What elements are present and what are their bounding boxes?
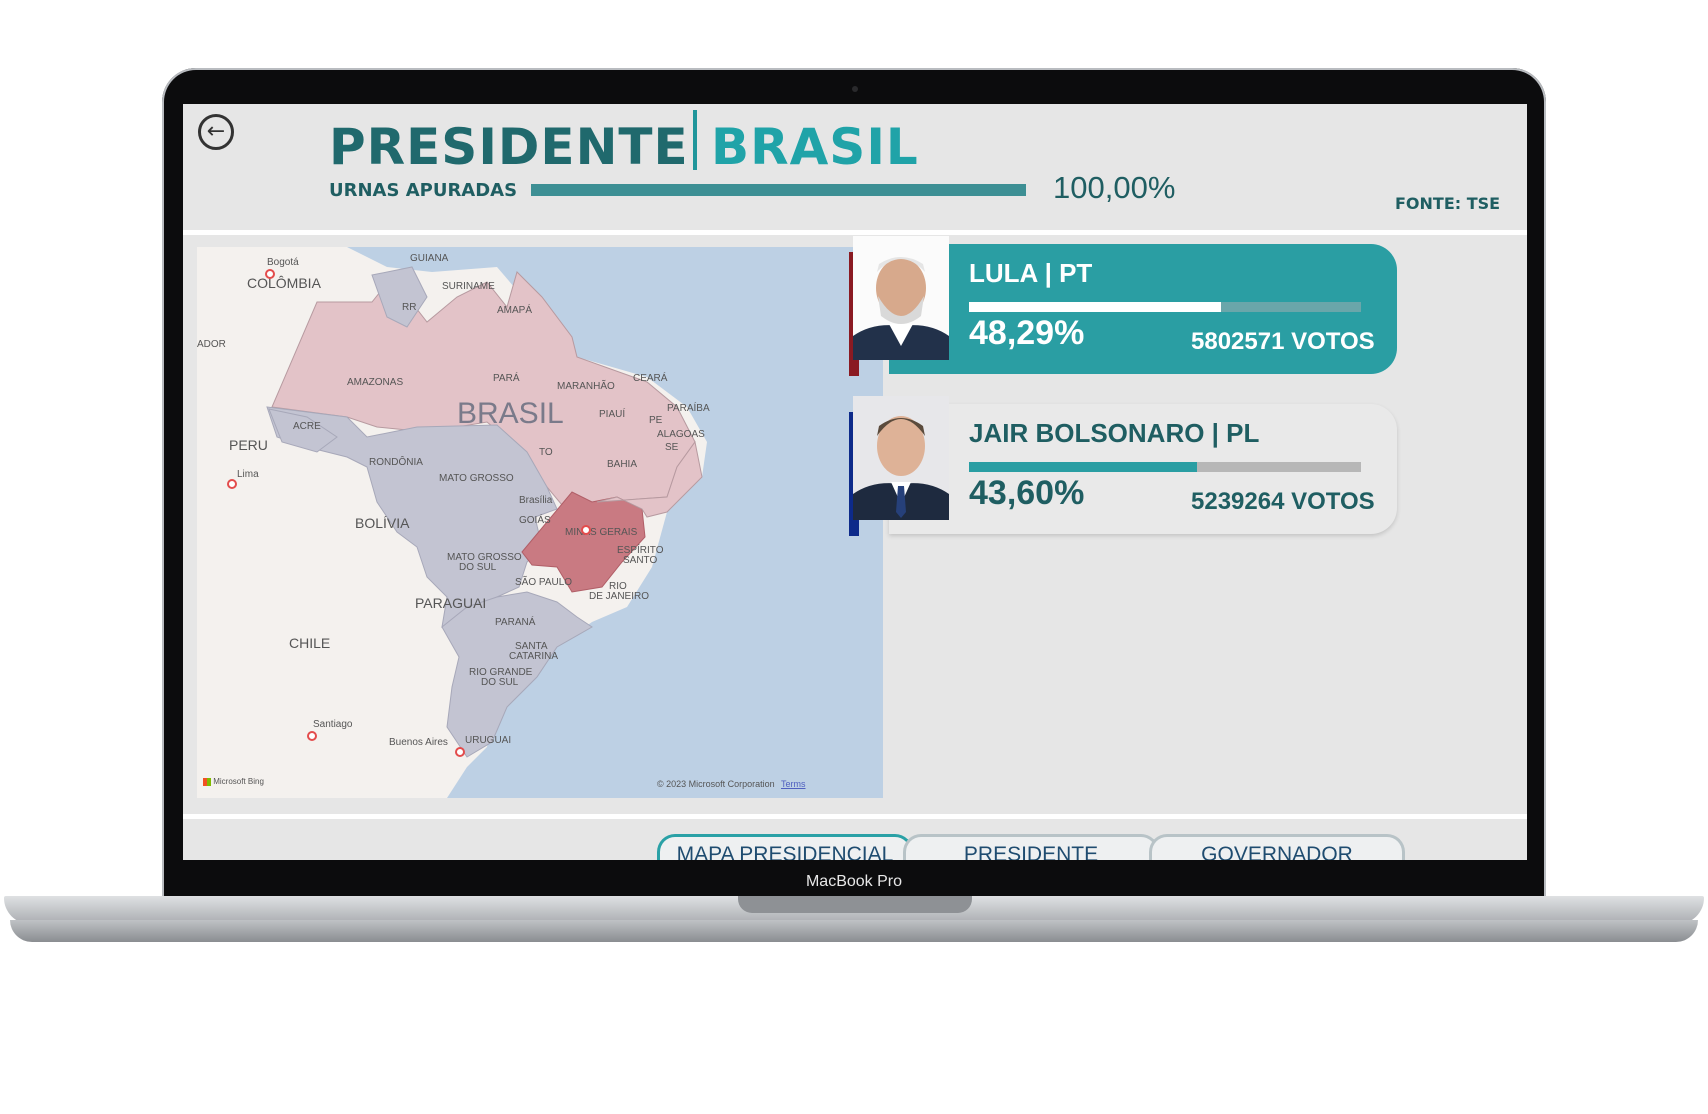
map-label: SURINAME (442, 281, 495, 292)
map-label: RONDÔNIA (369, 457, 423, 468)
candidate-name: LULA | PT (969, 258, 1093, 288)
urnas-value: 100,00% (1053, 170, 1176, 205)
map-label: DE JANEIRO (589, 591, 650, 602)
tab-presidente[interactable]: PRESIDENTE (903, 834, 1159, 860)
map-label: ALAGOAS (657, 429, 705, 440)
map-label: DO SUL (481, 677, 519, 688)
title-presidente: PRESIDENTE (329, 118, 689, 176)
map-label: Brasília (519, 495, 553, 506)
candidate-photo (853, 236, 949, 360)
candidate-vote-fill (969, 302, 1222, 312)
map-label: Bogotá (267, 257, 299, 268)
city-marker-icon (581, 525, 591, 535)
map-label: PARAÍBA (667, 403, 710, 414)
map-label: PARAGUAI (415, 595, 487, 611)
map-attribution-brand: Microsoft Bing (213, 777, 264, 786)
candidate-votes-unit: VOTOS (1291, 488, 1375, 515)
candidate-card-bolsonaro[interactable]: JAIR BOLSONARO | PL 43,60% 5239264 VOTOS (849, 396, 1409, 536)
footer-separator (183, 814, 1527, 819)
map-label: PARÁ (493, 373, 520, 384)
tab-governador[interactable]: GOVERNADOR (1149, 834, 1405, 860)
map-country-label: BRASIL (457, 397, 564, 430)
candidate-votes-number: 5239264 (1191, 488, 1285, 515)
title-divider (693, 110, 697, 170)
map-label: ADOR (197, 339, 226, 350)
candidate-percent: 48,29% (969, 314, 1085, 352)
map-label: BOLÍVIA (355, 515, 410, 531)
dashboard-screen: ← PRESIDENTE BRASIL URNAS APURADAS 100,0… (183, 104, 1527, 860)
map-label: GUIANA (410, 253, 449, 264)
map-label: GOIÁS (519, 515, 551, 526)
map-label: Lima (237, 469, 259, 480)
map-label: SANTO (623, 555, 658, 566)
map-label: BAHIA (607, 459, 638, 470)
device-model-label: MacBook Pro (805, 873, 903, 890)
map-label: CHILE (289, 635, 331, 651)
camera (852, 86, 858, 92)
map-label: URUGUAI (465, 735, 512, 746)
map-label: PE (649, 415, 663, 426)
microsoft-logo-icon (203, 777, 211, 786)
map-label: SÃO PAULO (515, 577, 573, 588)
candidate-portrait-icon (853, 396, 949, 520)
candidate-vote-bar (969, 462, 1361, 472)
candidate-votes-unit: VOTOS (1291, 328, 1375, 355)
map-panel[interactable]: Bogotá COLÔMBIA GUIANA SURINAME AMAPÁ RR… (197, 247, 883, 798)
urnas-progress-fill (531, 184, 1026, 196)
map-label: ACRE (293, 421, 321, 432)
map-terms-link[interactable]: Terms (781, 779, 806, 789)
candidate-votes: 5802571 VOTOS (1191, 328, 1375, 356)
candidate-percent: 43,60% (969, 474, 1085, 512)
header-separator (183, 230, 1527, 235)
source-label: FONTE: TSE (1395, 194, 1501, 213)
candidate-votes: 5239264 VOTOS (1191, 488, 1375, 516)
candidate-votes-number: 5802571 (1191, 328, 1285, 355)
laptop-base-lip (10, 920, 1698, 942)
map-label: PIAUÍ (599, 409, 626, 420)
city-marker-icon (265, 269, 275, 279)
urnas-label: URNAS APURADAS (329, 180, 518, 201)
map-label: MARANHÃO (557, 381, 615, 392)
city-marker-icon (455, 747, 465, 757)
candidate-card-lula[interactable]: LULA | PT 48,29% 5802571 VOTOS (849, 236, 1409, 376)
map-label: PARANÁ (495, 617, 536, 628)
map-label: COLÔMBIA (247, 275, 321, 291)
urnas-progress-bar (531, 184, 1026, 196)
map-label: SE (665, 442, 679, 453)
map-label: RR (402, 302, 417, 313)
map-label: Buenos Aires (389, 737, 448, 748)
map-copyright: © 2023 Microsoft Corporation (657, 779, 775, 789)
map-label: TO (539, 447, 553, 458)
map-label: CEARÁ (633, 373, 668, 384)
map-label: MINAS GERAIS (565, 527, 638, 538)
tab-mapa-presidencial[interactable]: MAPA PRESIDENCIAL (657, 834, 913, 860)
map-label: DO SUL (459, 562, 497, 573)
candidate-name: JAIR BOLSONARO | PL (969, 418, 1260, 448)
candidate-vote-bar (969, 302, 1361, 312)
candidate-photo (853, 396, 949, 520)
city-marker-icon (307, 731, 317, 741)
back-arrow-icon[interactable]: ← (198, 114, 234, 150)
map-label: MATO GROSSO (439, 473, 514, 484)
map-attribution: Microsoft Bing (203, 777, 264, 786)
candidate-portrait-icon (853, 236, 949, 360)
map-label: AMAZONAS (347, 377, 404, 388)
map-label: PERU (229, 437, 268, 453)
map-label: CATARINA (509, 651, 559, 662)
candidate-vote-fill (969, 462, 1197, 472)
title-brasil: BRASIL (711, 118, 919, 176)
city-marker-icon (227, 479, 237, 489)
map-label: Santiago (313, 719, 353, 730)
map-label: AMAPÁ (497, 305, 533, 316)
laptop-notch (738, 896, 972, 913)
